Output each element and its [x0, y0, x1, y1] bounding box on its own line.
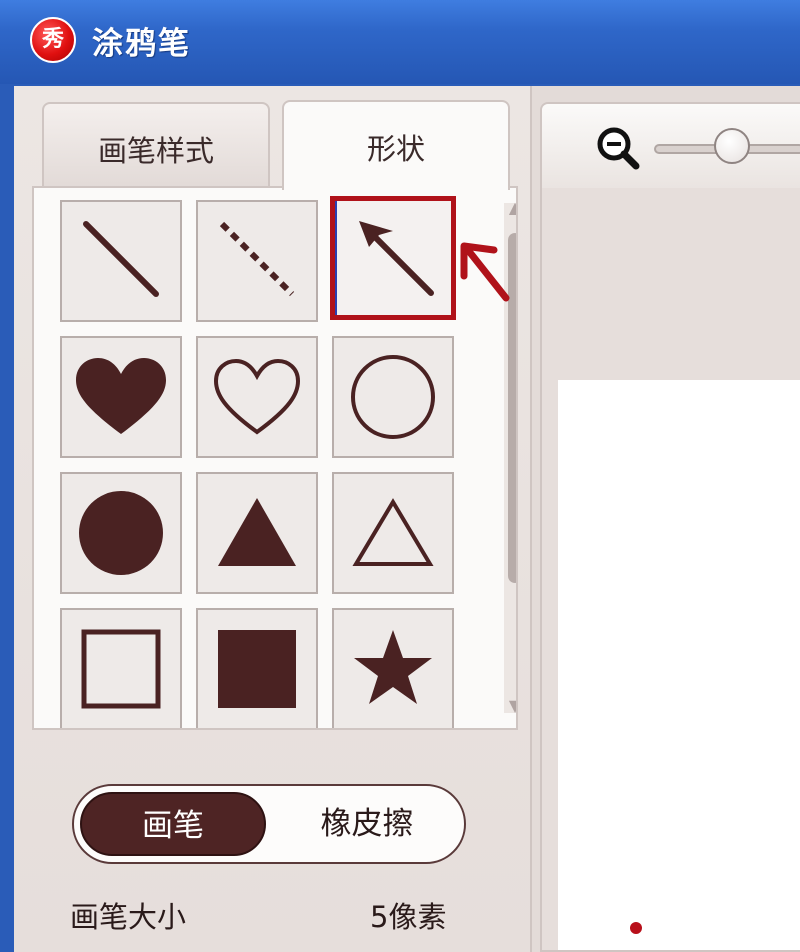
- brush-size-value[interactable]: 5像素: [370, 894, 446, 936]
- shape-button-dashed-line[interactable]: [196, 200, 318, 322]
- drawing-canvas[interactable]: [558, 380, 800, 950]
- star-filled-icon: [354, 630, 432, 704]
- shape-button-square-outline[interactable]: [60, 608, 182, 728]
- dashed-line-icon: [219, 221, 295, 297]
- eraser-mode-button[interactable]: 橡皮擦: [274, 792, 460, 856]
- square-outline-icon: [81, 629, 161, 709]
- scroll-up-icon[interactable]: ▲: [504, 199, 516, 217]
- shape-button-square-filled[interactable]: [196, 608, 318, 728]
- zoom-out-icon[interactable]: [596, 126, 642, 172]
- heart-filled-icon: [76, 358, 166, 434]
- shape-button-heart-outline[interactable]: [196, 336, 318, 458]
- tool-panel: 画笔样式 形状 画笔 橡皮擦 画笔大小 5像素: [14, 86, 532, 952]
- shape-button-circle-outline[interactable]: [332, 336, 454, 458]
- circle-outline-icon: [351, 355, 435, 439]
- arrow-icon: [335, 201, 451, 315]
- annotation-arrow-icon: [460, 242, 510, 302]
- brush-mode-button[interactable]: 画笔: [80, 792, 266, 856]
- app-window: 画笔样式 形状 画笔 橡皮擦 画笔大小 5像素: [14, 86, 800, 952]
- shape-button-line[interactable]: [60, 200, 182, 322]
- zoom-slider-knob[interactable]: [714, 128, 750, 164]
- brush-eraser-toggle: 画笔 橡皮擦: [72, 784, 466, 864]
- scroll-down-icon[interactable]: ▼: [504, 697, 516, 715]
- window-title: 涂鸦笔: [92, 26, 191, 62]
- heart-outline-icon: [213, 358, 301, 435]
- triangle-filled-icon: [218, 498, 296, 566]
- canvas-panel: [540, 102, 800, 952]
- shape-button-triangle-filled[interactable]: [196, 472, 318, 594]
- zoom-toolbar: [542, 104, 800, 188]
- square-filled-icon: [218, 630, 296, 708]
- title-bar: 秀 涂鸦笔: [0, 0, 800, 84]
- shape-button-triangle-outline[interactable]: [332, 472, 454, 594]
- shape-button-star-filled[interactable]: [332, 608, 454, 728]
- app-logo-icon: 秀: [30, 17, 76, 63]
- shape-button-arrow[interactable]: [330, 196, 456, 320]
- circle-filled-icon: [79, 491, 163, 575]
- tab-brush-style[interactable]: 画笔样式: [42, 102, 270, 188]
- tab-shape[interactable]: 形状: [282, 100, 510, 190]
- brush-size-label: 画笔大小: [70, 900, 187, 934]
- triangle-outline-icon: [352, 498, 434, 566]
- shape-button-heart-filled[interactable]: [60, 336, 182, 458]
- paint-dot: [630, 922, 642, 934]
- shape-grid: ▲ ▼: [32, 186, 518, 730]
- shape-button-circle-filled[interactable]: [60, 472, 182, 594]
- line-icon: [83, 221, 159, 297]
